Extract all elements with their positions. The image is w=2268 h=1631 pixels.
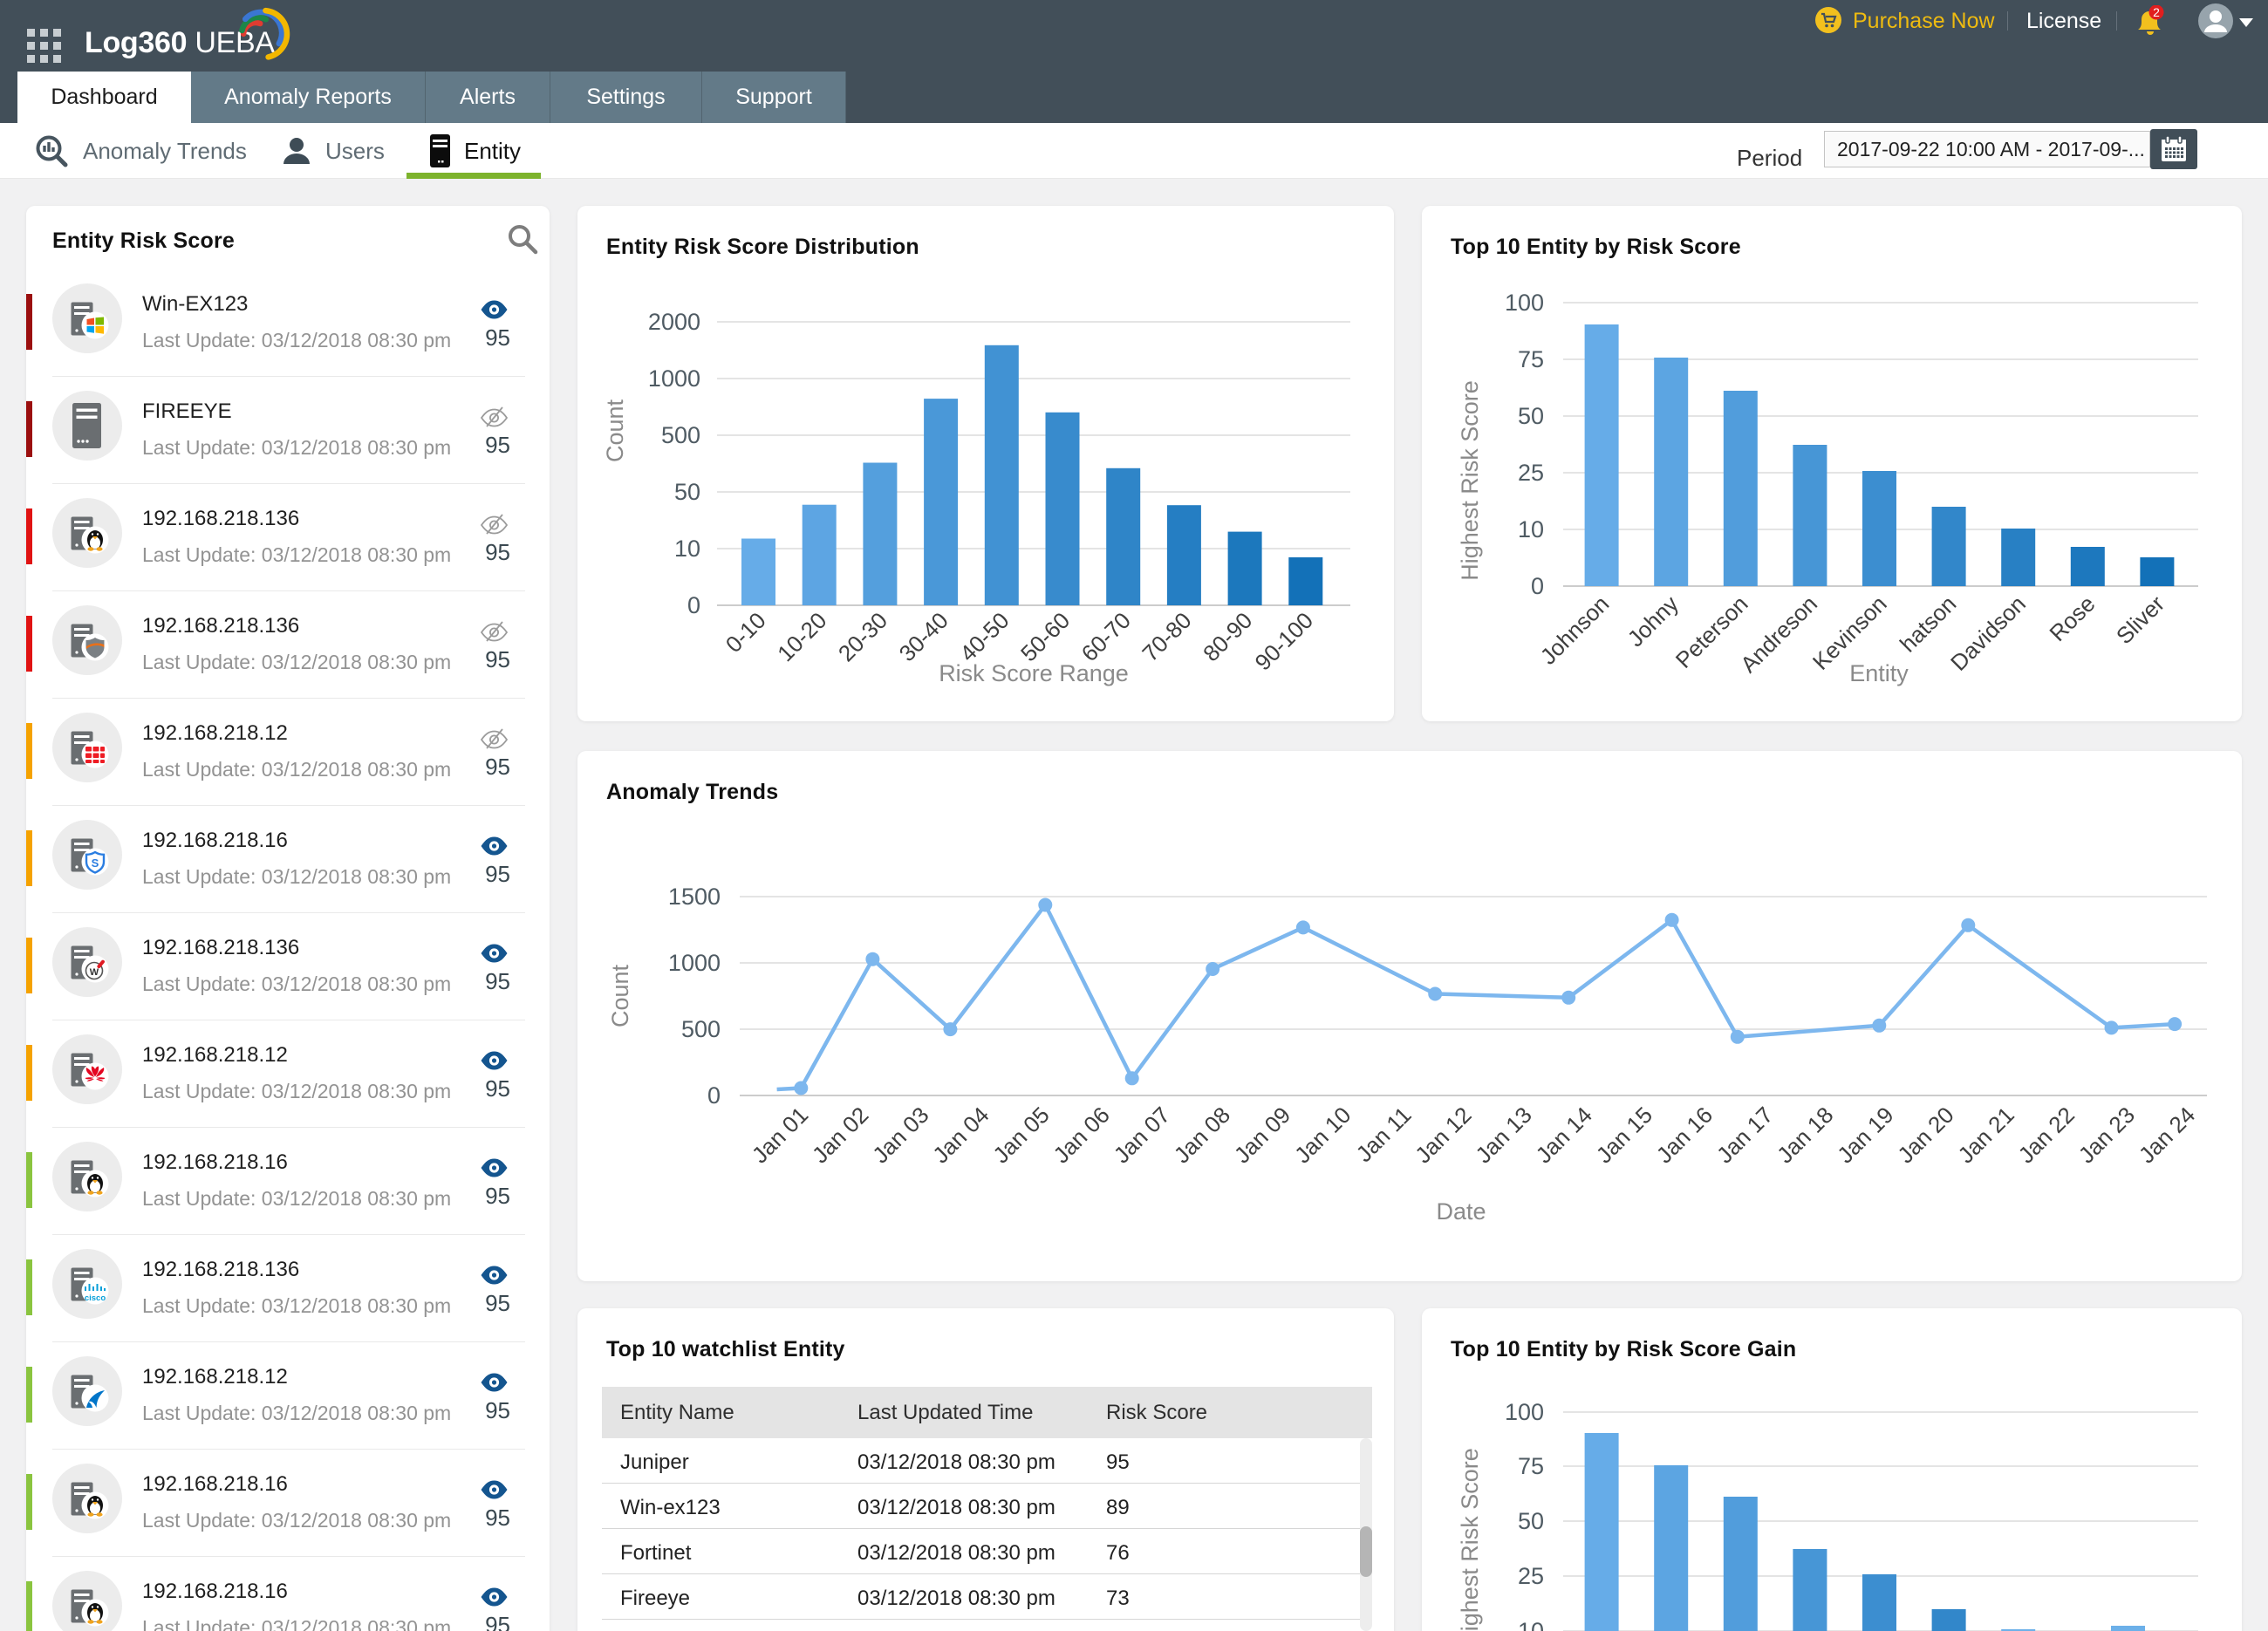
svg-text:80-90: 80-90 (1198, 607, 1257, 666)
svg-text:Jan 09: Jan 09 (1229, 1102, 1295, 1168)
svg-text:100: 100 (1505, 290, 1544, 316)
svg-text:Jan 22: Jan 22 (2013, 1102, 2080, 1168)
svg-text:Jan 07: Jan 07 (1109, 1102, 1175, 1168)
svg-text:Jan 16: Jan 16 (1651, 1102, 1718, 1168)
svg-text:10: 10 (674, 536, 700, 562)
svg-text:Count: Count (607, 964, 633, 1027)
svg-text:Jan 20: Jan 20 (1892, 1102, 1958, 1168)
svg-text:10: 10 (1518, 516, 1544, 543)
svg-text:Jan 18: Jan 18 (1772, 1102, 1838, 1168)
svg-text:50: 50 (1518, 403, 1544, 429)
svg-text:Jan 03: Jan 03 (867, 1102, 933, 1168)
svg-text:1000: 1000 (648, 365, 700, 392)
svg-text:500: 500 (661, 422, 700, 448)
svg-text:Count: Count (602, 399, 628, 462)
svg-text:Andreson: Andreson (1735, 590, 1822, 678)
svg-text:40-50: 40-50 (954, 607, 1014, 666)
svg-text:50: 50 (1518, 1508, 1544, 1534)
svg-text:Jan 17: Jan 17 (1711, 1102, 1778, 1168)
svg-text:10: 10 (1518, 1618, 1544, 1631)
svg-text:10-20: 10-20 (772, 607, 831, 666)
svg-text:60-70: 60-70 (1076, 607, 1136, 666)
svg-text:hatson: hatson (1895, 590, 1961, 657)
svg-text:Jan 13: Jan 13 (1470, 1102, 1536, 1168)
svg-text:0: 0 (1531, 573, 1544, 599)
svg-text:500: 500 (681, 1016, 721, 1042)
svg-text:Jan 04: Jan 04 (927, 1102, 994, 1168)
svg-text:Jan 12: Jan 12 (1410, 1102, 1476, 1168)
svg-text:75: 75 (1518, 346, 1544, 372)
svg-text:30-40: 30-40 (894, 607, 953, 666)
svg-text:50-60: 50-60 (1015, 607, 1075, 666)
svg-text:2000: 2000 (648, 309, 700, 335)
svg-text:Jan 24: Jan 24 (2134, 1102, 2200, 1168)
svg-text:50: 50 (674, 479, 700, 505)
svg-text:70-80: 70-80 (1137, 607, 1196, 666)
svg-text:0: 0 (707, 1082, 721, 1109)
svg-text:Jan 11: Jan 11 (1350, 1102, 1416, 1167)
svg-text:Johny: Johny (1622, 590, 1684, 652)
svg-text:Jan 02: Jan 02 (807, 1102, 873, 1168)
svg-text:Johnson: Johnson (1535, 590, 1615, 670)
svg-text:75: 75 (1518, 1453, 1544, 1479)
svg-text:0-10: 0-10 (721, 607, 771, 658)
svg-text:1000: 1000 (668, 950, 721, 976)
svg-text:Jan 08: Jan 08 (1169, 1102, 1235, 1168)
svg-text:Jan 06: Jan 06 (1048, 1102, 1114, 1168)
svg-text:Jan 10: Jan 10 (1289, 1102, 1356, 1168)
svg-text:Jan 14: Jan 14 (1531, 1102, 1597, 1168)
svg-text:Rose: Rose (2044, 590, 2100, 646)
svg-text:Davidson: Davidson (1945, 590, 2031, 676)
svg-text:Highest Risk Score: Highest Risk Score (1457, 1448, 1483, 1631)
svg-text:Jan 21: Jan 21 (1952, 1102, 2019, 1168)
svg-text:Date: Date (1436, 1198, 1486, 1225)
svg-text:Jan 05: Jan 05 (987, 1102, 1054, 1168)
svg-text:Jan 19: Jan 19 (1832, 1102, 1898, 1168)
svg-text:Jan 15: Jan 15 (1591, 1102, 1657, 1168)
svg-text:25: 25 (1518, 460, 1544, 486)
svg-text:25: 25 (1518, 1563, 1544, 1589)
svg-text:0: 0 (687, 592, 700, 618)
svg-text:2: 2 (2153, 5, 2160, 19)
svg-text:100: 100 (1505, 1399, 1544, 1425)
svg-text:Sliver: Sliver (2111, 590, 2169, 649)
svg-text:Jan 23: Jan 23 (2073, 1102, 2140, 1168)
svg-text:Highest Risk Score: Highest Risk Score (1457, 380, 1483, 581)
svg-text:Risk Score Range: Risk Score Range (939, 660, 1129, 686)
svg-text:20-30: 20-30 (833, 607, 892, 666)
svg-text:1500: 1500 (668, 884, 721, 910)
svg-text:90-100: 90-100 (1250, 607, 1318, 675)
svg-text:Entity: Entity (1849, 660, 1909, 686)
svg-text:Jan 01: Jan 01 (747, 1102, 813, 1168)
